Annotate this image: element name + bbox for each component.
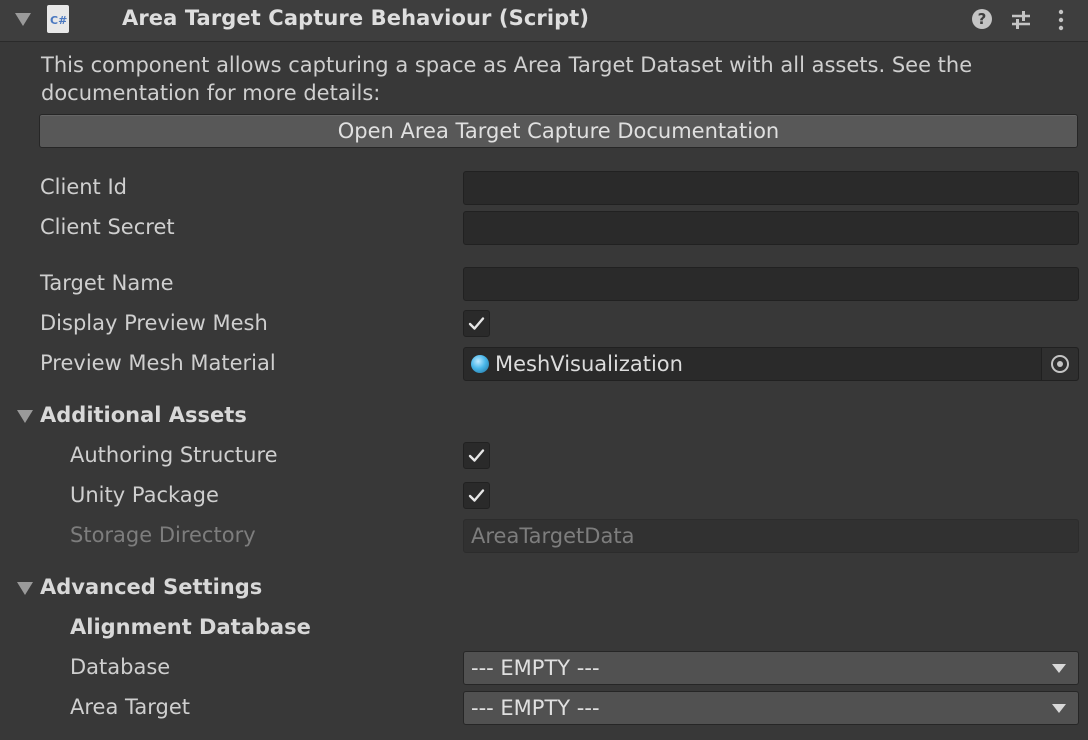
target-name-input[interactable] [463,267,1079,301]
client-secret-label: Client Secret [40,215,175,239]
component-foldout-arrow-icon[interactable] [15,13,31,26]
additional-assets-foldout-arrow-icon[interactable] [17,410,33,423]
component-title: Area Target Capture Behaviour (Script) [122,6,590,30]
preview-mesh-material-label: Preview Mesh Material [40,351,276,375]
display-preview-mesh-checkbox[interactable] [463,310,490,337]
preview-mesh-material-object-field[interactable]: MeshVisualization [463,347,1079,381]
advanced-settings-foldout[interactable]: Advanced Settings [40,575,262,599]
component-description: This component allows capturing a space … [41,53,973,105]
preset-sliders-icon[interactable] [1010,9,1032,31]
client-secret-input[interactable] [463,211,1079,245]
unity-package-checkbox[interactable] [463,482,490,509]
client-id-input[interactable] [463,171,1079,205]
dropdown-caret-icon [1052,704,1066,713]
advanced-settings-foldout-arrow-icon[interactable] [17,582,33,595]
client-id-label: Client Id [40,175,127,199]
display-preview-mesh-label: Display Preview Mesh [40,311,268,335]
more-vert-icon[interactable] [1056,9,1066,31]
database-dropdown[interactable]: --- EMPTY --- [463,651,1079,685]
material-sphere-icon [471,355,489,373]
authoring-structure-label: Authoring Structure [70,443,278,467]
alignment-database-heading: Alignment Database [70,615,311,639]
component-header[interactable]: C# Area Target Capture Behaviour (Script… [0,0,1088,42]
open-documentation-button[interactable]: Open Area Target Capture Documentation [39,114,1078,148]
authoring-structure-checkbox[interactable] [463,442,490,469]
csharp-script-icon: C# [47,5,69,33]
unity-package-label: Unity Package [70,483,219,507]
object-picker-button[interactable] [1041,348,1078,380]
checkmark-icon [468,449,485,462]
storage-directory-input: AreaTargetData [463,519,1079,553]
storage-directory-label: Storage Directory [70,523,256,547]
area-target-dropdown[interactable]: --- EMPTY --- [463,691,1079,725]
dropdown-caret-icon [1052,664,1066,673]
database-label: Database [70,655,171,679]
checkmark-icon [468,317,485,330]
area-target-label: Area Target [70,695,190,719]
target-name-label: Target Name [40,271,174,295]
checkmark-icon [468,489,485,502]
help-icon[interactable]: ? [972,9,992,29]
additional-assets-foldout[interactable]: Additional Assets [40,403,247,427]
